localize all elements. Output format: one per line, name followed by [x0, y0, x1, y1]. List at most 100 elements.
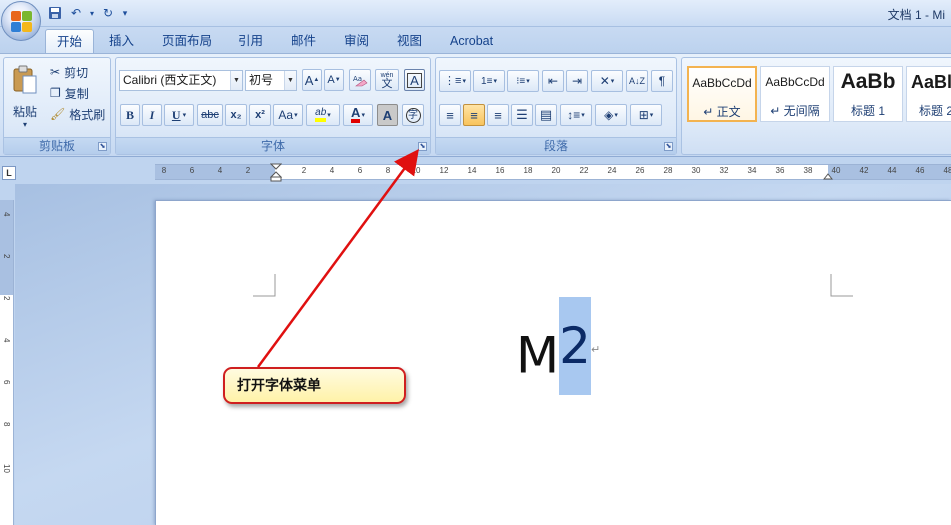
- ruler-number: 6: [189, 166, 195, 175]
- chevron-down-icon[interactable]: ▾: [183, 111, 187, 119]
- chevron-down-icon[interactable]: ▾: [650, 111, 654, 119]
- style-name: ↵ 无间隔: [770, 104, 820, 118]
- borders-button[interactable]: ⊞ ▾: [630, 104, 662, 126]
- document-text[interactable]: M2: [516, 297, 591, 395]
- chevron-down-icon[interactable]: ▾: [361, 111, 365, 119]
- tab-view[interactable]: 视图: [386, 29, 433, 53]
- grow-font-button[interactable]: A ▲: [302, 69, 322, 91]
- style-no-spacing[interactable]: AaBbCcDd ↵ 无间隔: [760, 66, 830, 122]
- bold-button[interactable]: B: [120, 104, 140, 126]
- numbering-button[interactable]: 1≡ ▾: [473, 70, 505, 92]
- chevron-down-icon[interactable]: ▾: [294, 111, 298, 119]
- align-left-button[interactable]: ≡: [439, 104, 461, 126]
- multilevel-list-button[interactable]: ⁝≡ ▾: [507, 70, 539, 92]
- font-dialog-launcher[interactable]: ⬊: [418, 142, 427, 151]
- indent-marker-icon[interactable]: [270, 163, 282, 183]
- center-button[interactable]: ≡: [463, 104, 485, 126]
- ruler-number: 8: [161, 166, 167, 175]
- cut-button[interactable]: ✂ 剪切: [49, 61, 109, 83]
- highlight-button[interactable]: ab ▾: [306, 104, 340, 126]
- ruler-number: 4: [2, 338, 11, 343]
- chevron-down-icon[interactable]: ▾: [462, 77, 466, 85]
- align-right-icon: ≡: [494, 107, 502, 123]
- style-heading-1[interactable]: AaBb 标题 1: [833, 66, 903, 122]
- ruler-number: 18: [523, 166, 533, 175]
- clear-format-icon: Aa: [353, 75, 368, 87]
- paste-button[interactable]: 粘贴 ▾: [6, 60, 44, 134]
- ruler-number: 46: [915, 166, 925, 175]
- copy-button[interactable]: ❐ 复制: [49, 82, 109, 104]
- ruler-number: 2: [301, 166, 307, 175]
- character-shading-button[interactable]: A: [377, 104, 398, 126]
- right-indent-marker-icon[interactable]: [823, 170, 833, 180]
- show-marks-button[interactable]: ¶: [651, 70, 673, 92]
- ruler-number: 10: [411, 166, 421, 175]
- chevron-down-icon[interactable]: ▼: [284, 71, 296, 90]
- enclose-characters-button[interactable]: 字: [402, 104, 424, 126]
- tab-acrobat[interactable]: Acrobat: [439, 29, 504, 53]
- strikethrough-button[interactable]: abc: [197, 104, 223, 126]
- italic-button[interactable]: I: [142, 104, 162, 126]
- chevron-down-icon[interactable]: ▾: [493, 77, 497, 85]
- shrink-font-button[interactable]: A ▼: [324, 69, 344, 91]
- text-selection[interactable]: 2: [559, 297, 591, 395]
- style-normal[interactable]: AaBbCcDd ↵ 正文: [687, 66, 757, 122]
- redo-icon[interactable]: ↻: [99, 4, 117, 22]
- chevron-down-icon[interactable]: ▼: [230, 71, 242, 90]
- chevron-down-icon[interactable]: ▾: [526, 77, 530, 85]
- vertical-ruler[interactable]: 4 2 2 4 6 8 10: [0, 200, 14, 525]
- font-name-combo[interactable]: Calibri (西文正文) ▼: [119, 70, 243, 91]
- align-center-icon: ≡: [470, 107, 478, 123]
- office-button[interactable]: [1, 1, 41, 41]
- format-painter-button[interactable]: 🖌 格式刷: [49, 103, 109, 125]
- phonetic-guide-button[interactable]: wén 文: [375, 69, 399, 91]
- align-right-button[interactable]: ≡: [487, 104, 509, 126]
- sort-icon: A↓Z: [628, 76, 645, 86]
- underline-button[interactable]: U ▾: [164, 104, 194, 126]
- tab-selector[interactable]: L: [2, 166, 16, 180]
- horizontal-ruler[interactable]: 8 6 4 2 2 4 6 8 10 12 14 16 18 20 22 24 26 28 30 32 34 36 38 40…: [155, 163, 951, 183]
- character-border-button[interactable]: A: [404, 69, 425, 91]
- chevron-down-icon[interactable]: ▾: [581, 111, 585, 119]
- sort-button[interactable]: A↓Z: [626, 70, 648, 92]
- justify-button[interactable]: ☰: [511, 104, 533, 126]
- chevron-down-icon[interactable]: ▾: [614, 111, 618, 119]
- phonetic-guide-icon: 文: [381, 78, 393, 90]
- paragraph-group: ⋮≡ ▾ 1≡ ▾ ⁝≡ ▾ ⇤ ⇥ ✕ ▾ A↓Z ¶ ≡ ≡ ≡ ☰ ▤ ↕≡ ▾ ◈…: [435, 57, 677, 155]
- style-name: 标题 2: [919, 104, 951, 118]
- undo-icon[interactable]: ↶: [67, 4, 85, 22]
- save-icon[interactable]: [46, 4, 64, 22]
- chevron-down-icon[interactable]: ▾: [611, 77, 615, 85]
- customize-qat-icon[interactable]: ▾: [120, 4, 130, 22]
- clipboard-dialog-launcher[interactable]: ⬊: [98, 142, 107, 151]
- shading-button[interactable]: ◈ ▾: [595, 104, 627, 126]
- superscript-button[interactable]: x²: [249, 104, 271, 126]
- subscript-button[interactable]: x₂: [225, 104, 247, 126]
- cut-label: 剪切: [64, 65, 89, 80]
- tab-insert[interactable]: 插入: [98, 29, 145, 53]
- style-heading-2[interactable]: AaBl 标题 2: [906, 66, 951, 122]
- clear-format-button[interactable]: Aa: [349, 69, 371, 91]
- paragraph-dialog-launcher[interactable]: ⬊: [664, 142, 673, 151]
- chinese-layout-icon: ✕: [599, 74, 610, 88]
- tab-review[interactable]: 审阅: [333, 29, 380, 53]
- tab-mailings[interactable]: 邮件: [280, 29, 327, 53]
- tab-page-layout[interactable]: 页面布局: [151, 29, 223, 53]
- distributed-button[interactable]: ▤: [535, 104, 557, 126]
- tab-home[interactable]: 开始: [45, 29, 95, 53]
- tab-references[interactable]: 引用: [227, 29, 274, 53]
- change-case-button[interactable]: Aa ▾: [273, 104, 303, 126]
- undo-dropdown-icon[interactable]: ▾: [88, 4, 96, 22]
- decrease-indent-button[interactable]: ⇤: [542, 70, 564, 92]
- numbering-icon: 1≡: [481, 75, 493, 87]
- chevron-down-icon[interactable]: ▾: [327, 111, 331, 119]
- increase-indent-button[interactable]: ⇥: [566, 70, 588, 92]
- ruler-number: 4: [217, 166, 223, 175]
- font-size-combo[interactable]: 初号 ▼: [245, 70, 297, 91]
- font-color-button[interactable]: A ▾: [343, 104, 373, 126]
- paste-dropdown-icon[interactable]: ▾: [23, 120, 27, 129]
- bullets-button[interactable]: ⋮≡ ▾: [439, 70, 471, 92]
- line-spacing-button[interactable]: ↕≡ ▾: [560, 104, 592, 126]
- chinese-layout-button[interactable]: ✕ ▾: [591, 70, 623, 92]
- paragraph-group-label: 段落: [436, 137, 676, 154]
